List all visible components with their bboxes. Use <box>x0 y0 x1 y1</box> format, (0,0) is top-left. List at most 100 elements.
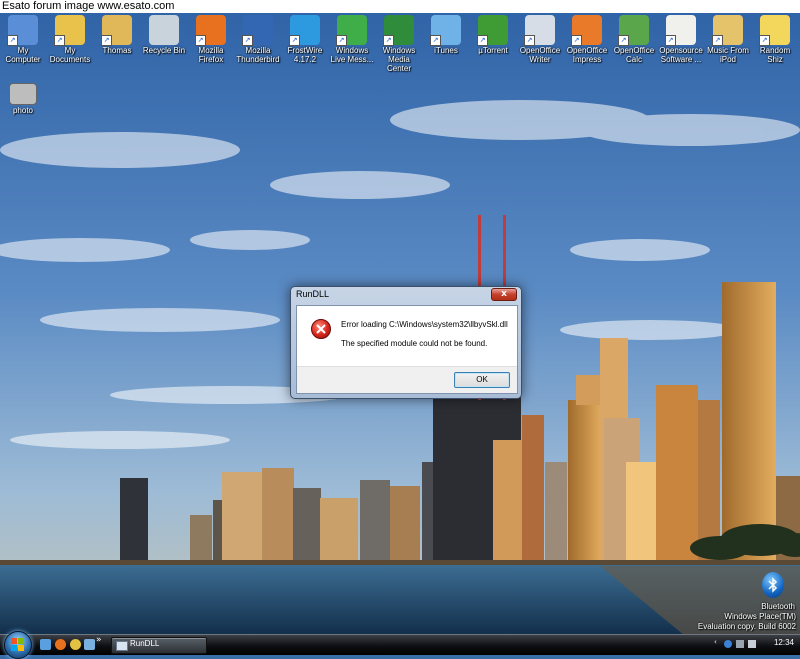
user-folder-icon: ↗ <box>101 15 132 46</box>
utorrent-icon: ↗ <box>477 15 508 46</box>
desktop-icon-photo[interactable]: photo <box>0 83 46 115</box>
bluetooth-tray-icon[interactable] <box>724 640 732 648</box>
desktop-icon-messenger[interactable]: ↗ Windows Live Mess... <box>329 15 375 64</box>
taskbar-item-rundll[interactable]: RunDLL <box>111 637 207 654</box>
desktop-icon-label: Windows Live Mess... <box>330 46 374 64</box>
desktop-icon-label: Mozilla Firefox <box>198 46 224 64</box>
rundll-error-dialog: RunDLL x Error loading C:\Windows\system… <box>290 286 522 399</box>
desktop-icon-random-folder[interactable]: ↗ Random Shiz <box>752 15 798 64</box>
shortcut-arrow-icon: ↗ <box>54 35 65 46</box>
eval-watermark-line2: Evaluation copy. Build 6002 <box>697 622 796 631</box>
desktop-icon-document[interactable]: ↗ Opensource Software ... <box>658 15 704 64</box>
desktop-icon-utorrent[interactable]: ↗ µTorrent <box>470 15 516 55</box>
window-icon <box>116 641 128 651</box>
close-button[interactable]: x <box>491 288 517 301</box>
error-icon <box>311 319 331 339</box>
show-desktop-icon[interactable] <box>40 639 51 650</box>
firefox-icon: ↗ <box>195 15 226 46</box>
desktop-icon-media-center[interactable]: ↗ Windows Media Center <box>376 15 422 73</box>
shortcut-arrow-icon: ↗ <box>101 35 112 46</box>
recycle-bin-icon <box>149 15 179 45</box>
desktop-icon-label: My Computer <box>5 46 41 64</box>
desktop-icon-my-computer[interactable]: ↗ My Computer <box>0 15 46 64</box>
taskbar-item-label: RunDLL <box>130 639 160 648</box>
shortcut-arrow-icon: ↗ <box>7 35 18 46</box>
desktop-icon-label: My Documents <box>49 46 91 64</box>
shortcut-arrow-icon: ↗ <box>289 35 300 46</box>
desktop-icon-oo-impress[interactable]: ↗ OpenOffice Impress <box>564 15 610 64</box>
desktop-icon-label: OpenOffice Impress <box>566 46 608 64</box>
desktop-icon-music-folder[interactable]: ↗ Music From iPod <box>705 15 751 64</box>
desktop-icon-label: Random Shiz <box>759 46 791 64</box>
desktop-icon-label: iTunes <box>434 46 458 55</box>
desktop-icon-thunderbird[interactable]: ↗ Mozilla Thunderbird <box>235 15 281 64</box>
desktop-icon-label: Recycle Bin <box>142 46 186 55</box>
desktop-icon-label: photo <box>12 106 34 115</box>
oo-writer-icon: ↗ <box>524 15 555 46</box>
forum-watermark: Esato forum image www.esato.com <box>0 0 800 13</box>
shortcut-arrow-icon: ↗ <box>430 35 441 46</box>
random-folder-icon: ↗ <box>759 15 790 46</box>
desktop-icon-itunes[interactable]: ↗ iTunes <box>423 15 469 55</box>
dialog-titlebar[interactable]: RunDLL x <box>291 287 521 303</box>
clock[interactable]: 12:34 <box>774 638 794 647</box>
bluetooth-label: Bluetooth <box>761 602 795 611</box>
desktop-icon-label: FrostWire 4.17.2 <box>287 46 323 64</box>
shortcut-arrow-icon: ↗ <box>665 35 676 46</box>
photo-icon <box>9 83 37 105</box>
browser-quicklaunch-icon[interactable] <box>70 639 81 650</box>
desktop-icon-frostwire[interactable]: ↗ FrostWire 4.17.2 <box>282 15 328 64</box>
system-tray: ‹ 12:34 <box>710 635 800 655</box>
shortcut-arrow-icon: ↗ <box>524 35 535 46</box>
switch-windows-icon[interactable] <box>84 639 95 650</box>
shortcut-arrow-icon: ↗ <box>712 35 723 46</box>
shortcut-arrow-icon: ↗ <box>383 35 394 46</box>
windows-logo-icon <box>11 638 24 651</box>
desktop-icon-label: Windows Media Center <box>382 46 416 73</box>
document-icon: ↗ <box>665 15 696 46</box>
desktop-icon-oo-writer[interactable]: ↗ OpenOffice Writer <box>517 15 563 64</box>
shortcut-arrow-icon: ↗ <box>618 35 629 46</box>
desktop-icon-user-folder[interactable]: ↗ Thomas <box>94 15 140 55</box>
ok-button[interactable]: OK <box>454 372 510 388</box>
shortcut-arrow-icon: ↗ <box>242 35 253 46</box>
shortcut-arrow-icon: ↗ <box>571 35 582 46</box>
desktop-icon-oo-calc[interactable]: ↗ OpenOffice Calc <box>611 15 657 64</box>
frostwire-icon: ↗ <box>289 15 320 46</box>
desktop-icon-label: µTorrent <box>478 46 508 55</box>
music-folder-icon: ↗ <box>712 15 743 46</box>
taskbar: » RunDLL ‹ 12:34 <box>0 631 800 659</box>
desktop-icon-label: Thomas <box>102 46 132 55</box>
tray-expand-icon[interactable]: ‹ <box>714 638 722 646</box>
volume-icon[interactable] <box>748 640 756 648</box>
error-message-detail: The specified module could not be found. <box>341 339 488 348</box>
messenger-icon: ↗ <box>336 15 367 46</box>
dialog-button-bar: OK <box>297 366 517 393</box>
desktop-icon-firefox[interactable]: ↗ Mozilla Firefox <box>188 15 234 64</box>
error-message-path: Error loading C:\Windows\system32\llbyvS… <box>341 320 508 329</box>
oo-calc-icon: ↗ <box>618 15 649 46</box>
itunes-icon: ↗ <box>430 15 461 46</box>
shortcut-arrow-icon: ↗ <box>477 35 488 46</box>
network-icon[interactable] <box>736 640 744 648</box>
dialog-title: RunDLL <box>296 289 330 299</box>
media-center-icon: ↗ <box>383 15 414 46</box>
my-computer-icon: ↗ <box>7 15 38 46</box>
desktop-icon-label: Opensource Software ... <box>659 46 703 64</box>
eval-watermark-line1: Windows Place(TM) <box>724 612 796 621</box>
desktop-icon-label: Music From iPod <box>707 46 749 64</box>
desktop-icon-label: Mozilla Thunderbird <box>236 46 280 64</box>
my-documents-icon: ↗ <box>54 15 85 46</box>
shortcut-arrow-icon: ↗ <box>336 35 347 46</box>
desktop-icon-label: OpenOffice Writer <box>519 46 561 64</box>
desktop-icon-recycle-bin[interactable]: Recycle Bin <box>141 15 187 55</box>
bluetooth-icon[interactable] <box>762 572 784 598</box>
quicklaunch-chevron[interactable]: » <box>96 635 102 645</box>
desktop-icon-label: OpenOffice Calc <box>613 46 655 64</box>
firefox-quicklaunch-icon[interactable] <box>55 639 66 650</box>
start-button[interactable] <box>4 631 32 659</box>
desktop-icon-my-documents[interactable]: ↗ My Documents <box>47 15 93 64</box>
dialog-body: Error loading C:\Windows\system32\llbyvS… <box>296 305 518 394</box>
shortcut-arrow-icon: ↗ <box>195 35 206 46</box>
oo-impress-icon: ↗ <box>571 15 602 46</box>
